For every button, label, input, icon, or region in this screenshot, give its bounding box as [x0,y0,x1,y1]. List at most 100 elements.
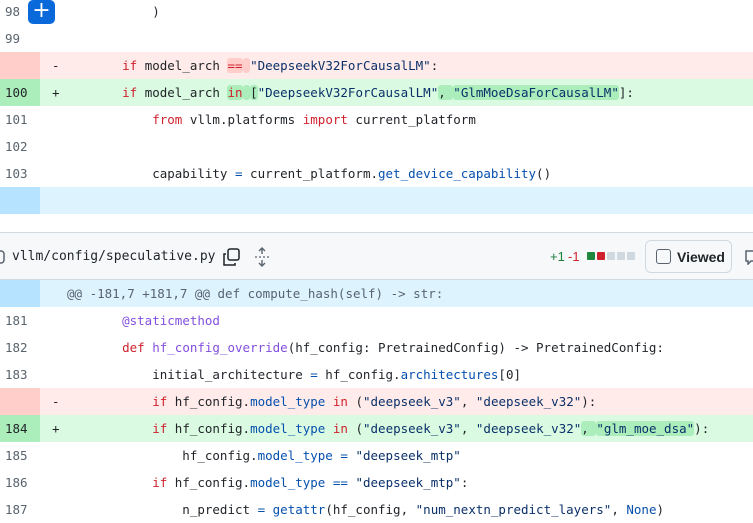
code-token: , [438,85,454,100]
code-content: + if model_arch in ["DeepseekV32ForCausa… [40,79,753,106]
code-token: vllm.platforms [182,112,303,127]
code-token: "deepseek_mtp" [355,448,461,463]
line-number[interactable]: 103 [0,160,40,187]
line-number[interactable]: 182 [0,334,40,361]
added-line: 100 + if model_arch in ["DeepseekV32ForCa… [0,79,753,106]
code-token: "deepseek_v32" [475,394,582,409]
line-number[interactable]: 102 [0,133,40,160]
code-token: [ [250,85,258,100]
diff-sign: + [52,85,60,100]
code-token: ) [656,502,665,517]
file-header: vllm/config/speculative.py +1 -1 Viewed [0,232,753,280]
code-token [242,85,251,100]
line-number[interactable]: 99 [0,25,40,52]
code-token: == [332,475,348,490]
code-token: None [626,502,657,517]
code-line: 102 [0,133,753,160]
code-token: if [122,58,138,73]
code-token: "glm_moe_dsa" [596,421,695,436]
code-content: from vllm.platforms import current_platf… [40,106,753,133]
hunk-header-row [0,187,753,214]
code-line: 183 initial_architecture = hf_config. arc… [0,361,753,388]
line-number[interactable]: 183 [0,361,40,388]
deletions-count: -1 [568,248,580,264]
code-token: model_arch [137,85,228,100]
file-icon [0,250,5,264]
viewed-button[interactable]: Viewed [645,240,732,273]
line-number[interactable] [0,187,40,214]
file-name[interactable]: vllm/config/speculative.py [12,249,216,264]
line-number[interactable] [0,52,40,79]
code-content: def hf_config_override (hf_config: Pretra… [40,334,753,361]
code-token: ): [694,421,710,436]
code-token [242,58,251,73]
unfold-icon[interactable] [254,247,270,267]
code-line: 182 def hf_config_override (hf_config: Pr… [0,334,753,361]
code-token: in [332,394,348,409]
code-content: if hf_config. model_type == "deepseek_mtp… [40,469,753,496]
code-token: ( [347,394,363,409]
code-token: = [235,166,243,181]
line-number[interactable] [0,280,40,307]
code-token: ] [618,85,627,100]
comment-icon[interactable] [745,249,753,265]
add-comment-button[interactable]: + [28,0,55,24]
code-token: (hf_config: PretrainedConfig) -> Pretrai… [287,340,664,355]
code-content: n_predict = getattr (hf_config, "num_next… [40,496,753,523]
code-line: 99 [0,25,753,52]
line-number[interactable] [0,388,40,415]
code-token: architectures [400,367,499,382]
code-content [40,133,753,160]
line-number[interactable]: 184 [0,415,40,442]
code-line: 98 ) [0,0,753,25]
diffstat-square [597,252,605,260]
code-token: "num_nextn_predict_layers" [415,502,612,517]
code-token: ): [581,394,597,409]
line-number[interactable]: 187 [0,496,40,523]
line-number[interactable]: 101 [0,106,40,133]
code-line: 187 n_predict = getattr (hf_config, "num_… [0,496,753,523]
code-token: (hf_config, [325,502,416,517]
viewed-checkbox[interactable] [656,249,671,264]
code-token: hf_config. [317,367,401,382]
additions-count: +1 [550,248,565,264]
code-token: , [611,502,627,517]
code-line: 103 capability = current_platform. get_de… [0,160,753,187]
code-token: getattr [272,502,326,517]
code-token: in [332,421,348,436]
code-token: def [122,340,145,355]
code-token: hf_config. [167,421,251,436]
code-token: current_platform. [242,166,378,181]
code-content: - if model_arch == "DeepseekV32ForCausal… [40,52,753,79]
code-content: capability = current_platform. get_device… [40,160,753,187]
code-token: model_type [250,394,326,409]
code-token: from [152,112,183,127]
line-number[interactable]: 186 [0,469,40,496]
code-token: "DeepseekV32ForCausalLM" [257,85,439,100]
code-token: [0] [498,367,521,382]
code-token: ) [92,4,160,19]
line-number[interactable]: 100 [0,79,40,106]
code-token: "deepseek_v32" [475,421,582,436]
code-token: initial_architecture [92,367,311,382]
diffstat-square [587,252,595,260]
added-line: 184 + if hf_config. model_type in ("deepse… [0,415,753,442]
line-number[interactable]: 185 [0,442,40,469]
line-number[interactable]: 181 [0,307,40,334]
code-token: hf_config. [167,394,251,409]
code-content [40,187,753,214]
code-content: hf_config. model_type = "deepseek_mtp" [40,442,753,469]
diffstat-square [607,252,615,260]
code-token: : [626,85,634,100]
copy-icon[interactable] [222,248,240,266]
code-token: if [152,475,168,490]
diff-sign: - [52,58,60,73]
code-content: + if hf_config. model_type in ("deepseek_… [40,415,753,442]
